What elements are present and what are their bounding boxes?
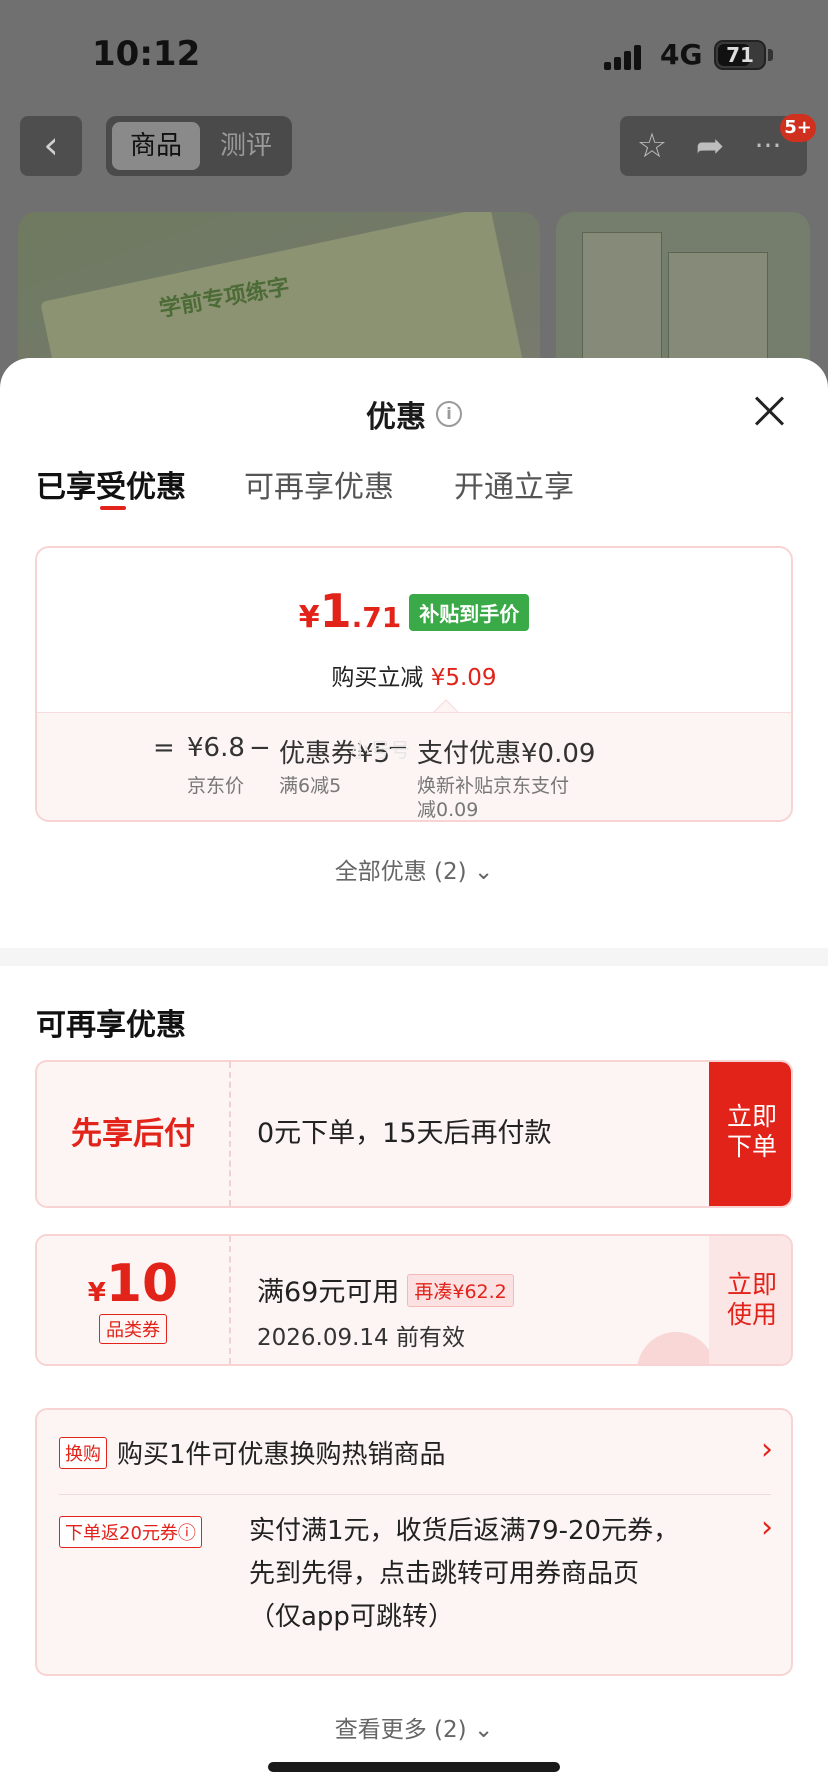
cashback-tag: 下单返20元券ⓘ bbox=[59, 1516, 202, 1548]
price-breakdown-card: ¥1.71 补贴到手价 购买立减 ¥5.09 = ¥6.8 − 优惠券¥5 − 支… bbox=[35, 546, 793, 822]
jd-price: ¥6.8 bbox=[187, 733, 245, 763]
sheet-title-text: 优惠 bbox=[366, 400, 426, 435]
equals-sign: = bbox=[153, 733, 175, 763]
price-summary: ¥1.71 补贴到手价 购买立减 ¥5.09 bbox=[37, 548, 791, 712]
top-tabs: 商品 测评 bbox=[106, 116, 292, 176]
coupon-currency: ¥ bbox=[87, 1278, 106, 1308]
received-stamp bbox=[637, 1332, 715, 1364]
row-divider bbox=[59, 1494, 771, 1495]
network-label: 4G bbox=[660, 38, 703, 71]
battery-level: 71 bbox=[726, 43, 754, 67]
payment-discount: 支付优惠¥0.09 bbox=[417, 739, 596, 769]
status-time: 10:12 bbox=[92, 34, 201, 74]
home-indicator bbox=[268, 1762, 560, 1772]
trade-in-row[interactable]: 换购 购买1件可优惠换购热销商品 bbox=[59, 1434, 446, 1474]
reduction-label: 购买立减 bbox=[331, 665, 424, 691]
price-integer: 1 bbox=[319, 584, 352, 638]
notification-badge: 5+ bbox=[780, 114, 816, 142]
instant-reduction: 购买立减 ¥5.09 bbox=[37, 658, 791, 692]
share-icon[interactable]: ➦ bbox=[690, 126, 730, 166]
bnpl-offer-card: 先享后付 0元下单，15天后再付款 立即 下单 bbox=[35, 1060, 793, 1208]
jd-price-label: 京东价 bbox=[187, 775, 245, 797]
coupon-condition-text: 满69元可用 bbox=[257, 1277, 400, 1308]
chevron-right-icon[interactable]: › bbox=[761, 1510, 773, 1545]
close-icon[interactable] bbox=[752, 394, 786, 428]
product-page-background: 10:12 4G 71 ‹ 商品 测评 ☆ ➦ ··· 5+ 学前专项练字 bbox=[0, 0, 828, 432]
see-more-toggle[interactable]: 查看更多 (2) ⌄ bbox=[0, 1710, 828, 1744]
section-divider bbox=[0, 948, 828, 966]
status-bar: 10:12 4G 71 bbox=[0, 0, 828, 100]
use-now-label-1: 立即 bbox=[726, 1270, 777, 1299]
price-formula: = ¥6.8 − 优惠券¥5 − 支付优惠¥0.09 京东价 满6减5 焕新补贴… bbox=[37, 712, 791, 821]
coupon-amount: 10 bbox=[105, 1254, 179, 1314]
add-more-tag: 再凑¥62.2 bbox=[407, 1274, 514, 1307]
order-now-button[interactable]: 立即 下单 bbox=[709, 1062, 791, 1206]
subsidy-price-tag: 补贴到手价 bbox=[409, 594, 530, 631]
watermark: 小号号 bbox=[350, 738, 410, 762]
info-icon[interactable]: i bbox=[436, 401, 462, 427]
trade-in-text: 购买1件可优惠换购热销商品 bbox=[117, 1440, 446, 1470]
order-now-label-2: 下单 bbox=[726, 1132, 777, 1161]
use-now-button[interactable]: 立即 使用 bbox=[709, 1236, 791, 1364]
reduction-amount: ¥5.09 bbox=[430, 665, 497, 691]
order-now-label-1: 立即 bbox=[726, 1102, 777, 1131]
star-icon[interactable]: ☆ bbox=[632, 126, 672, 166]
tab-review[interactable]: 测评 bbox=[206, 122, 286, 170]
coupon-value: ¥10 品类券 bbox=[37, 1236, 231, 1364]
coupon-expiry: 2026.09.14 前有效 bbox=[257, 1325, 465, 1351]
bnpl-desc: 0元下单，15天后再付款 bbox=[257, 1118, 552, 1149]
coupon-condition-row: 满69元可用 再凑¥62.2 bbox=[257, 1270, 514, 1309]
payment-discount-desc-2: 减0.09 bbox=[417, 799, 479, 821]
chevron-right-icon[interactable]: › bbox=[761, 1432, 773, 1467]
discount-sheet: 优惠 i 已享受优惠 可再享优惠 开通立享 ¥1.71 补贴到手价 购买立减 ¥5.… bbox=[0, 358, 828, 1792]
minus-sign: − bbox=[249, 733, 271, 763]
top-right-actions: ☆ ➦ ··· bbox=[620, 116, 807, 176]
coupon-condition: 满6减5 bbox=[279, 775, 342, 797]
tab-enjoyed[interactable]: 已享受优惠 bbox=[36, 462, 186, 506]
tab-goods[interactable]: 商品 bbox=[112, 122, 200, 170]
signal-icon bbox=[604, 44, 648, 70]
back-button[interactable]: ‹ bbox=[20, 116, 82, 176]
all-discounts-toggle[interactable]: 全部优惠 (2) ⌄ bbox=[0, 852, 828, 886]
final-price: ¥1.71 补贴到手价 bbox=[37, 584, 791, 638]
tab-active-indicator bbox=[100, 506, 126, 510]
battery-tip bbox=[768, 49, 773, 61]
trade-in-tag: 换购 bbox=[59, 1436, 107, 1469]
use-now-label-2: 使用 bbox=[726, 1300, 777, 1329]
category-coupon-card: ¥10 品类券 满69元可用 再凑¥62.2 2026.09.14 前有效 立即 … bbox=[35, 1234, 793, 1366]
bnpl-label: 先享后付 bbox=[37, 1062, 231, 1206]
coupon-category-tag: 品类券 bbox=[99, 1314, 167, 1344]
sheet-title: 优惠 i bbox=[0, 392, 828, 436]
price-currency: ¥ bbox=[298, 600, 320, 635]
tab-more-available[interactable]: 可再享优惠 bbox=[244, 462, 394, 506]
tab-activate[interactable]: 开通立享 bbox=[454, 462, 574, 506]
cashback-text[interactable]: 实付满1元，收货后返满79-20元券，先到先得，点击跳转可用券商品页（仅app可… bbox=[249, 1510, 689, 1639]
payment-discount-desc: 焕新补贴京东支付 bbox=[417, 775, 570, 797]
battery-icon: 71 bbox=[714, 40, 766, 70]
price-decimal: .71 bbox=[351, 601, 402, 634]
section-title: 可再享优惠 bbox=[36, 1008, 186, 1043]
cashback-tag-wrap: 下单返20元券ⓘ bbox=[59, 1516, 202, 1548]
misc-offers-card: 换购 购买1件可优惠换购热销商品 › 下单返20元券ⓘ 实付满1元，收货后返满79… bbox=[35, 1408, 793, 1676]
